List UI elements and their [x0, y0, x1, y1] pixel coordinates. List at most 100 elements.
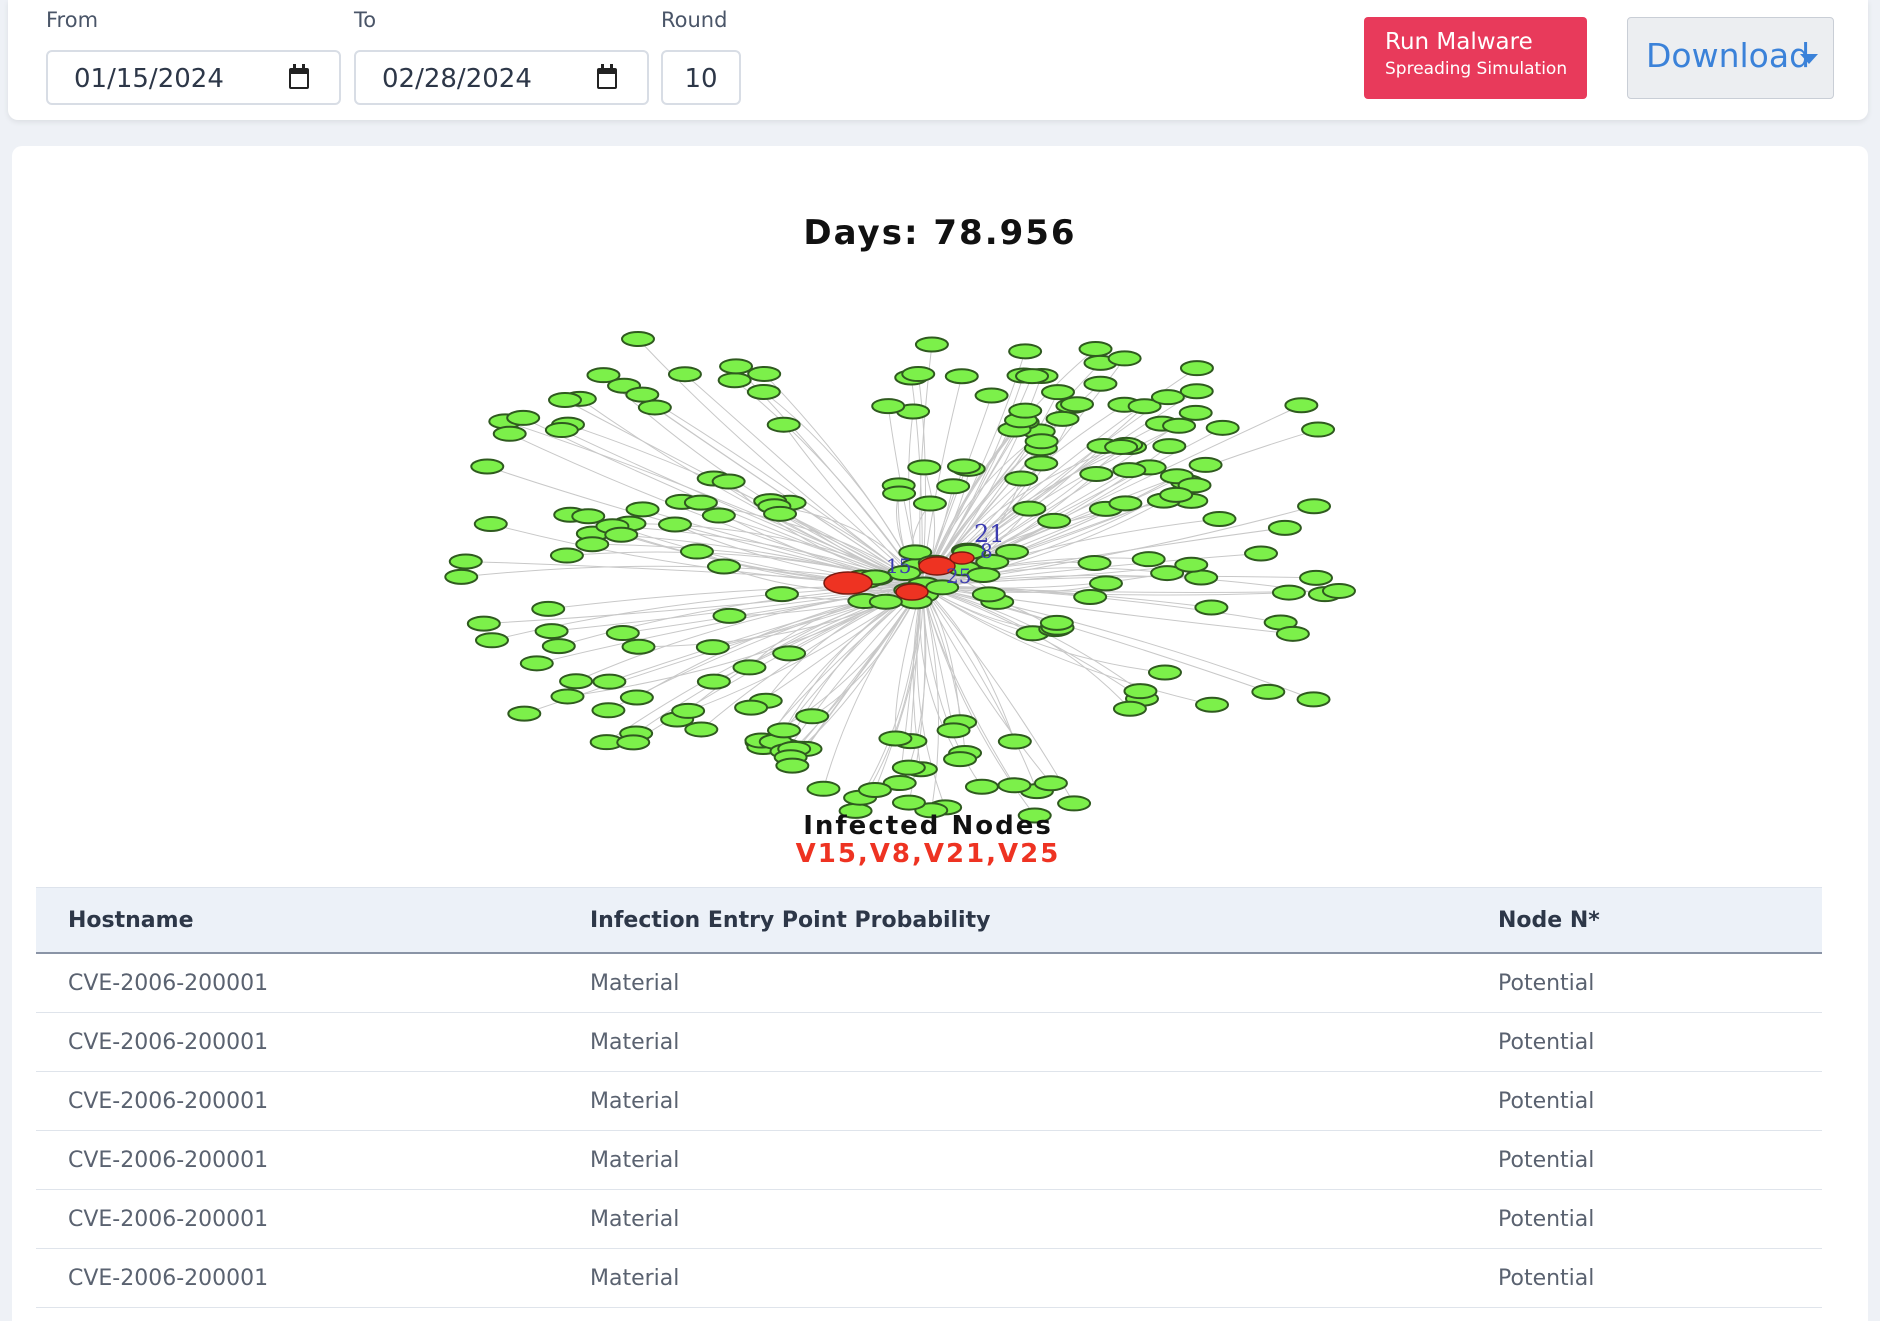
infected-nodes-title: Infected Nodes	[803, 811, 1053, 841]
infected-nodes-list: V15,V8,V21,V25	[796, 839, 1061, 869]
table-row[interactable]: CVE-2006-200001 Material Potential	[36, 1130, 1822, 1190]
healthy-node	[1194, 599, 1229, 616]
healthy-node	[591, 702, 626, 719]
healthy-node	[1078, 341, 1113, 358]
healthy-node	[473, 515, 508, 532]
healthy-node	[912, 495, 947, 512]
results-table: Hostname Infection Entry Point Probabili…	[36, 887, 1822, 1308]
hostname-cell: CVE-2006-200001	[36, 1130, 558, 1190]
table-row[interactable]: CVE-2006-200001 Material Potential	[36, 1189, 1822, 1249]
table-row[interactable]: CVE-2006-200001 Material Potential	[36, 1012, 1822, 1072]
healthy-node	[1057, 795, 1092, 812]
healthy-node	[944, 368, 979, 385]
run-button-subtitle: Spreading Simulation	[1385, 59, 1568, 79]
healthy-node	[1267, 519, 1302, 536]
healthy-node	[466, 615, 501, 632]
healthy-node	[506, 409, 541, 426]
to-date-input[interactable]: 02/28/2024	[354, 50, 649, 105]
healthy-node	[559, 673, 594, 690]
healthy-node	[946, 458, 981, 475]
healthy-node	[857, 781, 892, 798]
node-cell: Potential	[1466, 1130, 1822, 1190]
healthy-node	[717, 372, 752, 389]
healthy-node	[901, 366, 936, 383]
healthy-node	[696, 673, 731, 690]
healthy-node	[519, 655, 554, 672]
graph-edge	[796, 585, 923, 749]
healthy-node	[1179, 383, 1214, 400]
calendar-icon[interactable]	[289, 64, 309, 89]
healthy-node	[766, 722, 801, 739]
round-label: Round	[661, 8, 728, 32]
probability-cell: Material	[558, 1248, 1466, 1308]
healthy-node	[1024, 433, 1059, 450]
healthy-node	[492, 425, 527, 442]
healthy-node	[1039, 614, 1074, 631]
healthy-node	[550, 688, 585, 705]
round-input[interactable]: 10	[661, 50, 741, 105]
healthy-node	[891, 759, 926, 776]
healthy-node	[1297, 498, 1332, 515]
hostname-cell: CVE-2006-200001	[36, 1248, 558, 1308]
healthy-node	[964, 778, 999, 795]
healthy-node	[878, 730, 913, 747]
healthy-node	[1108, 495, 1143, 512]
healthy-node	[1083, 375, 1118, 392]
healthy-node	[1202, 510, 1237, 527]
table-row[interactable]: CVE-2006-200001 Material Potential	[36, 1248, 1822, 1308]
run-simulation-button[interactable]: Run Malware Spreading Simulation	[1364, 17, 1587, 99]
healthy-node	[914, 336, 949, 353]
download-dropdown-button[interactable]: Download	[1627, 17, 1834, 99]
graph-edge	[921, 585, 1131, 710]
healthy-node	[1015, 368, 1050, 385]
healthy-node	[907, 459, 942, 476]
download-label: Download	[1646, 36, 1811, 75]
node-label: 25	[946, 564, 971, 588]
healthy-node	[974, 387, 1009, 404]
healthy-node	[548, 392, 582, 408]
healthy-node	[1008, 402, 1043, 419]
healthy-node	[763, 505, 798, 522]
healthy-node	[712, 607, 747, 624]
healthy-node	[671, 702, 706, 719]
healthy-node	[625, 501, 660, 518]
healthy-node	[470, 458, 505, 475]
healthy-node	[616, 734, 651, 751]
healthy-node	[1296, 691, 1331, 708]
node-cell: Potential	[1466, 1012, 1822, 1072]
graph-edge	[921, 585, 1038, 792]
healthy-node	[1004, 470, 1039, 487]
healthy-node	[1178, 404, 1213, 421]
healthy-node	[507, 705, 542, 722]
healthy-node	[1073, 588, 1108, 605]
column-header-node[interactable]: Node N*	[1466, 887, 1822, 954]
healthy-node	[1147, 664, 1182, 681]
healthy-node	[1040, 384, 1075, 401]
table-row[interactable]: CVE-2006-200001 Material Potential	[36, 953, 1822, 1013]
from-label: From	[46, 8, 99, 32]
node-cell: Potential	[1466, 953, 1822, 1013]
hostname-cell: CVE-2006-200001	[36, 953, 558, 1013]
column-header-hostname[interactable]: Hostname	[36, 887, 558, 954]
node-cell: Potential	[1466, 1071, 1822, 1131]
hostname-cell: CVE-2006-200001	[36, 1189, 558, 1249]
healthy-node	[1275, 625, 1310, 642]
graph-edge	[921, 585, 1213, 706]
healthy-node	[625, 386, 660, 403]
healthy-node	[544, 422, 579, 439]
healthy-node	[1162, 417, 1197, 434]
from-date-input[interactable]: 01/15/2024	[46, 50, 341, 105]
healthy-node	[1112, 700, 1147, 717]
to-label: To	[354, 8, 377, 32]
results-table-container: Hostname Infection Entry Point Probabili…	[36, 887, 1822, 1308]
table-row[interactable]: CVE-2006-200001 Material Potential	[36, 1071, 1822, 1131]
column-header-probability[interactable]: Infection Entry Point Probability	[558, 887, 1466, 954]
calendar-icon[interactable]	[597, 64, 617, 89]
healthy-node	[695, 639, 730, 656]
healthy-node	[891, 794, 926, 811]
healthy-node	[719, 358, 754, 375]
round-value: 10	[684, 64, 718, 94]
healthy-node	[882, 485, 917, 502]
healthy-node	[1205, 419, 1240, 436]
healthy-node	[746, 383, 781, 400]
